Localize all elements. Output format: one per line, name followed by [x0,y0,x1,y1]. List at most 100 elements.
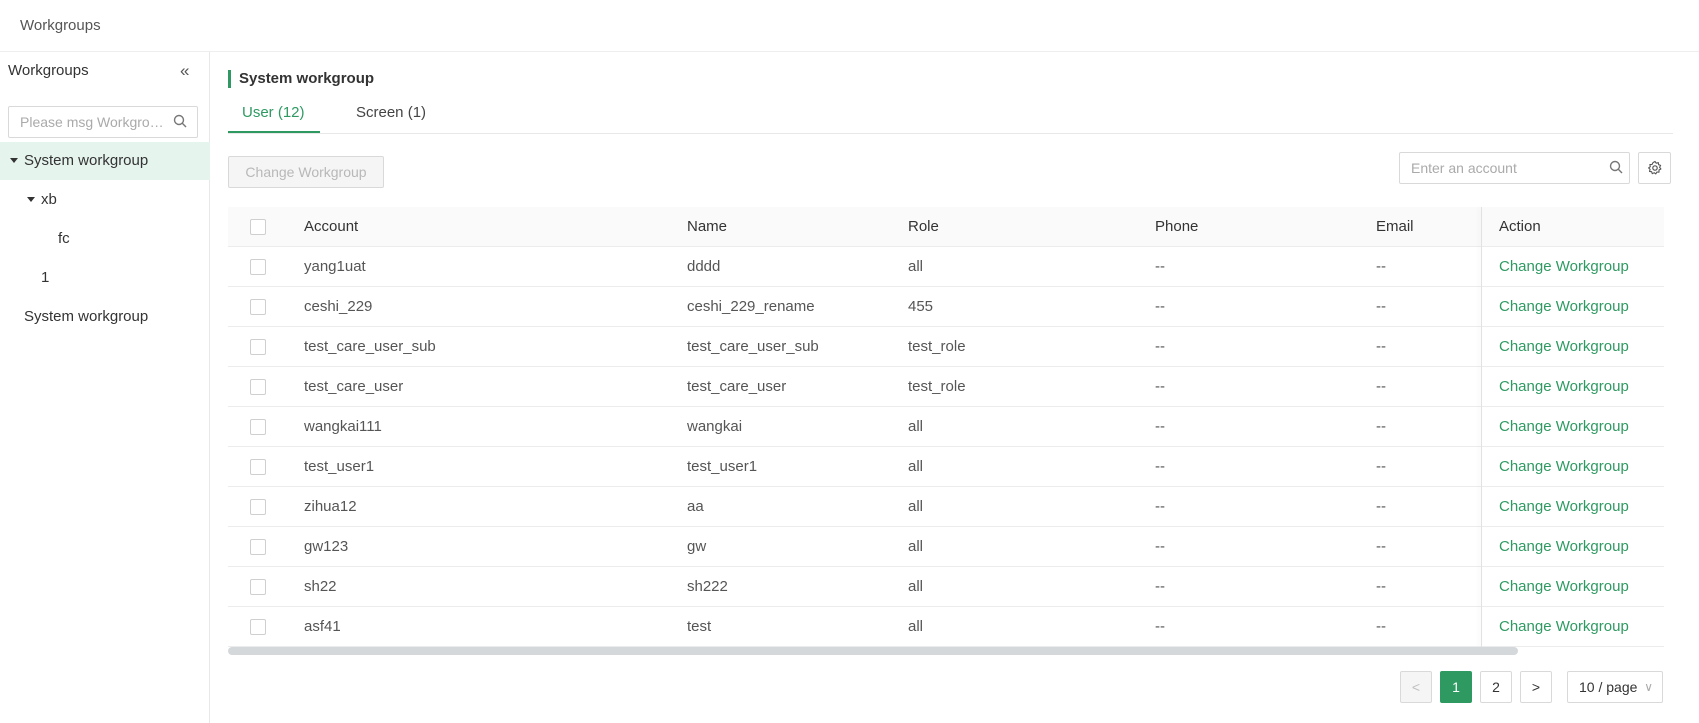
prev-page-button[interactable]: < [1400,671,1432,703]
column-header-account: Account [304,218,359,235]
page-size-value: 10 / page [1579,679,1638,695]
cell-email: -- [1376,298,1386,315]
table-row: asf41 test all -- -- Change Workgroup [228,607,1664,647]
row-checkbox[interactable] [250,499,266,515]
cell-phone: -- [1155,458,1165,475]
row-checkbox[interactable] [250,299,266,315]
tab-user[interactable]: User (12) [242,104,305,121]
cell-email: -- [1376,258,1386,275]
collapse-sidebar-icon[interactable]: « [180,61,189,81]
cell-account: sh22 [304,578,337,595]
row-checkbox[interactable] [250,579,266,595]
cell-name: test_user1 [687,458,758,475]
account-search-field [1399,152,1630,184]
tree-node-label: fc [58,230,70,247]
cell-account: ceshi_229 [304,298,373,315]
page-size-select[interactable]: 10 / page ∨ [1567,671,1663,703]
row-checkbox[interactable] [250,619,266,635]
cell-email: -- [1376,378,1386,395]
cell-email: -- [1376,538,1386,555]
tree-node[interactable]: xb [0,181,210,219]
workgroup-search-field [8,106,198,138]
change-workgroup-link[interactable]: Change Workgroup [1499,607,1629,647]
account-search-input[interactable] [1400,153,1600,183]
cell-phone: -- [1155,498,1165,515]
change-workgroup-link[interactable]: Change Workgroup [1499,407,1629,447]
tree-node[interactable]: System workgroup [0,298,210,336]
tab-bar: User (12) Screen (1) [228,52,1673,134]
gear-icon [1648,160,1662,175]
cell-phone: -- [1155,538,1165,555]
page-1-button[interactable]: 1 [1440,671,1472,703]
cell-phone: -- [1155,338,1165,355]
row-checkbox[interactable] [250,339,266,355]
tree-node-label: xb [41,191,57,208]
horizontal-scrollbar[interactable] [228,647,1518,655]
change-workgroup-link[interactable]: Change Workgroup [1499,247,1629,287]
cell-phone: -- [1155,578,1165,595]
cell-role: test_role [908,378,966,395]
cell-role: all [908,418,924,435]
tree-node[interactable]: 1 [0,259,210,297]
cell-name: gw [687,538,707,555]
change-workgroup-link[interactable]: Change Workgroup [1499,567,1629,607]
tab-divider [228,133,1673,134]
next-page-button[interactable]: > [1520,671,1552,703]
select-all-checkbox[interactable] [250,219,266,235]
caret-down-icon[interactable] [27,197,35,202]
fixed-column-divider [1481,207,1482,647]
change-workgroup-link[interactable]: Change Workgroup [1499,367,1629,407]
cell-account: gw123 [304,538,349,555]
cell-phone: -- [1155,618,1165,635]
search-icon[interactable] [173,114,187,128]
row-checkbox[interactable] [250,379,266,395]
cell-role: all [908,578,924,595]
cell-name: ceshi_229_rename [687,298,815,315]
tab-screen[interactable]: Screen (1) [356,104,426,121]
cell-role: all [908,458,924,475]
tree-node[interactable]: System workgroup [0,142,210,180]
sidebar-title: Workgroups [8,62,89,79]
page-2-button[interactable]: 2 [1480,671,1512,703]
cell-name: test [687,618,712,635]
cell-email: -- [1376,498,1386,515]
cell-role: all [908,538,924,555]
cell-account: yang1uat [304,258,366,275]
table-row: test_care_user_sub test_care_user_sub test… [228,327,1664,367]
sidebar: Workgroups « System workgroup xb fc 1 System… [0,52,210,723]
workgroup-search-input[interactable] [9,107,169,137]
cell-phone: -- [1155,258,1165,275]
cell-name: test_care_user_sub [687,338,819,355]
row-checkbox[interactable] [250,259,266,275]
table-row: ceshi_229 ceshi_229_rename 455 -- -- Change W… [228,287,1664,327]
change-workgroup-link[interactable]: Change Workgroup [1499,447,1629,487]
cell-phone: -- [1155,298,1165,315]
change-workgroup-link[interactable]: Change Workgroup [1499,287,1629,327]
cell-name: aa [687,498,704,515]
row-checkbox[interactable] [250,539,266,555]
cell-account: test_care_user [304,378,404,395]
change-workgroup-link[interactable]: Change Workgroup [1499,487,1629,527]
cell-account: test_user1 [304,458,375,475]
cell-role: test_role [908,338,966,355]
cell-role: all [908,618,924,635]
table-row: yang1uat dddd all -- -- Change Workgroup [228,247,1664,287]
cell-name: sh222 [687,578,728,595]
change-workgroup-link[interactable]: Change Workgroup [1499,327,1629,367]
tree-node-label: 1 [41,269,50,286]
row-checkbox[interactable] [250,459,266,475]
tree-node[interactable]: fc [0,220,210,258]
column-settings-button[interactable] [1638,152,1671,184]
column-header-phone: Phone [1155,218,1199,235]
table-row: sh22 sh222 all -- -- Change Workgroup [228,567,1664,607]
change-workgroup-button[interactable]: Change Workgroup [228,156,384,188]
cell-email: -- [1376,618,1386,635]
column-header-action: Action [1499,218,1541,235]
change-workgroup-link[interactable]: Change Workgroup [1499,527,1629,567]
row-checkbox[interactable] [250,419,266,435]
cell-phone: -- [1155,418,1165,435]
search-icon[interactable] [1609,160,1623,174]
table-row: gw123 gw all -- -- Change Workgroup [228,527,1664,567]
caret-down-icon[interactable] [10,158,18,163]
table-row: test_user1 test_user1 all -- -- Change Workgr… [228,447,1664,487]
